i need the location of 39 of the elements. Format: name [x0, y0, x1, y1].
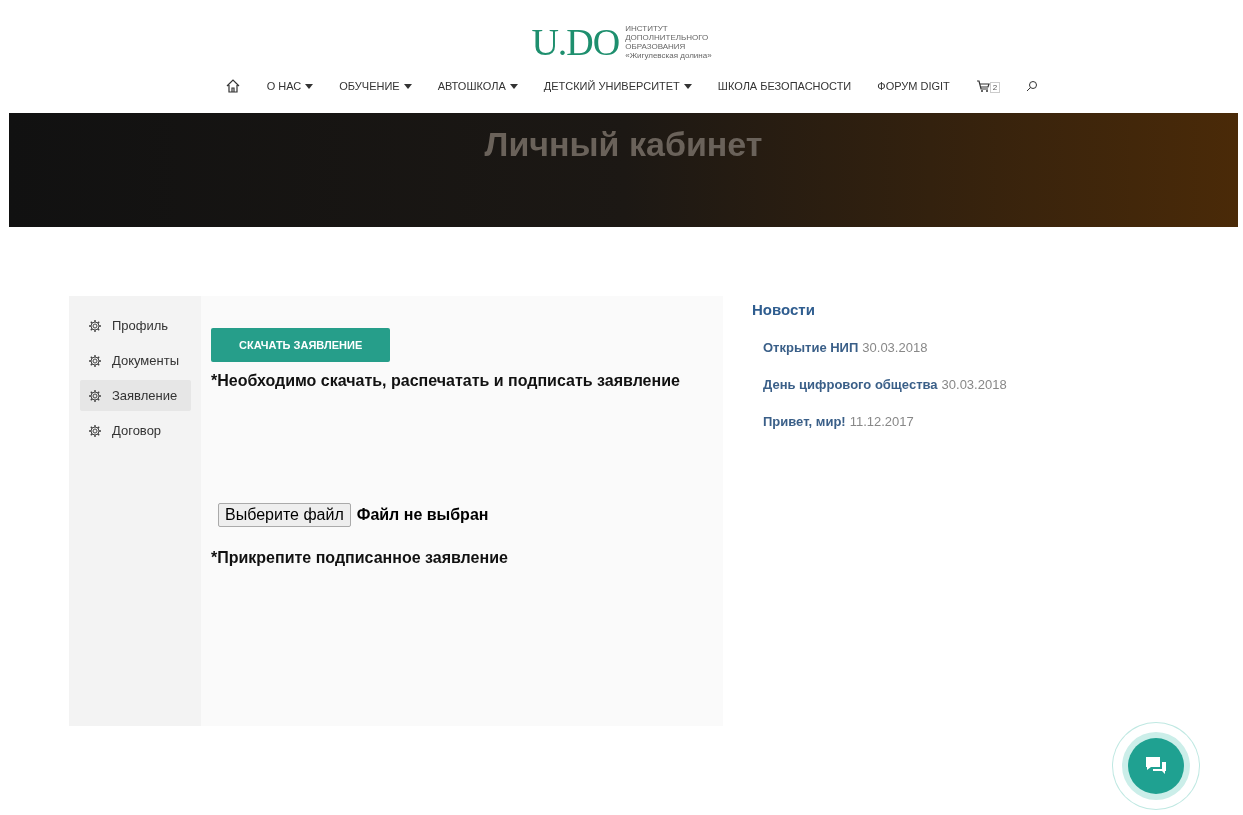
nav-link[interactable]: ОБУЧЕНИЕ — [339, 80, 412, 92]
cart-icon[interactable] — [975, 79, 990, 93]
caret-icon — [305, 83, 314, 89]
caret-icon — [683, 83, 692, 89]
news-date: 30.03.2018 — [941, 377, 1007, 392]
hero-title: Личный кабинет — [484, 125, 763, 165]
home-icon[interactable] — [224, 78, 241, 94]
news-link[interactable]: Привет, мир! — [763, 414, 846, 429]
news-link[interactable]: День цифрового общества — [763, 377, 938, 392]
attach-note: *Прикрепите подписанное заявление — [211, 549, 509, 567]
logo-text: ОБРАЗОВАНИЯ — [625, 42, 687, 51]
logo-text: ИНСТИТУТ — [625, 24, 669, 33]
search-icon[interactable] — [1026, 80, 1039, 92]
sidebar-item[interactable]: Договор — [80, 415, 191, 446]
gear-icon — [88, 353, 102, 368]
choose-file-button[interactable]: Выберите файл — [218, 503, 351, 527]
cart-count-badge: 2 — [989, 82, 1001, 93]
caret-icon — [509, 83, 518, 89]
file-status: Файл не выбран — [356, 506, 489, 524]
logo-text: ДОПОЛНИТЕЛЬНОГО — [625, 33, 710, 42]
caret-icon — [403, 83, 412, 89]
gear-icon — [88, 423, 102, 438]
news-heading: Новости — [752, 301, 816, 318]
nav-link[interactable]: АВТОШКОЛА — [437, 80, 518, 92]
nav-link[interactable]: ШКОЛА БЕЗОПАСНОСТИ — [717, 80, 852, 92]
nav-link[interactable]: ДЕТСКИЙ УНИВЕРСИТЕТ — [543, 80, 692, 92]
gear-icon — [88, 388, 102, 403]
news-link[interactable]: Открытие НИП — [763, 340, 859, 355]
nav-link[interactable]: ФОРУМ DIGIT — [877, 80, 950, 92]
sidebar-item[interactable]: Документы — [80, 345, 191, 376]
logo-mark[interactable]: U.DO — [531, 20, 620, 64]
logo-text: «Жигулевская долина» — [625, 51, 712, 60]
news-date: 30.03.2018 — [862, 340, 928, 355]
nav-link[interactable]: О НАС — [266, 80, 314, 92]
sidebar-item[interactable]: Заявление — [80, 380, 191, 411]
gear-icon — [88, 318, 102, 333]
sidebar-item[interactable]: Профиль — [80, 310, 191, 341]
download-note: *Необходимо скачать, распечатать и подписать заявление — [211, 372, 681, 390]
news-date: 11.12.2017 — [849, 414, 914, 429]
